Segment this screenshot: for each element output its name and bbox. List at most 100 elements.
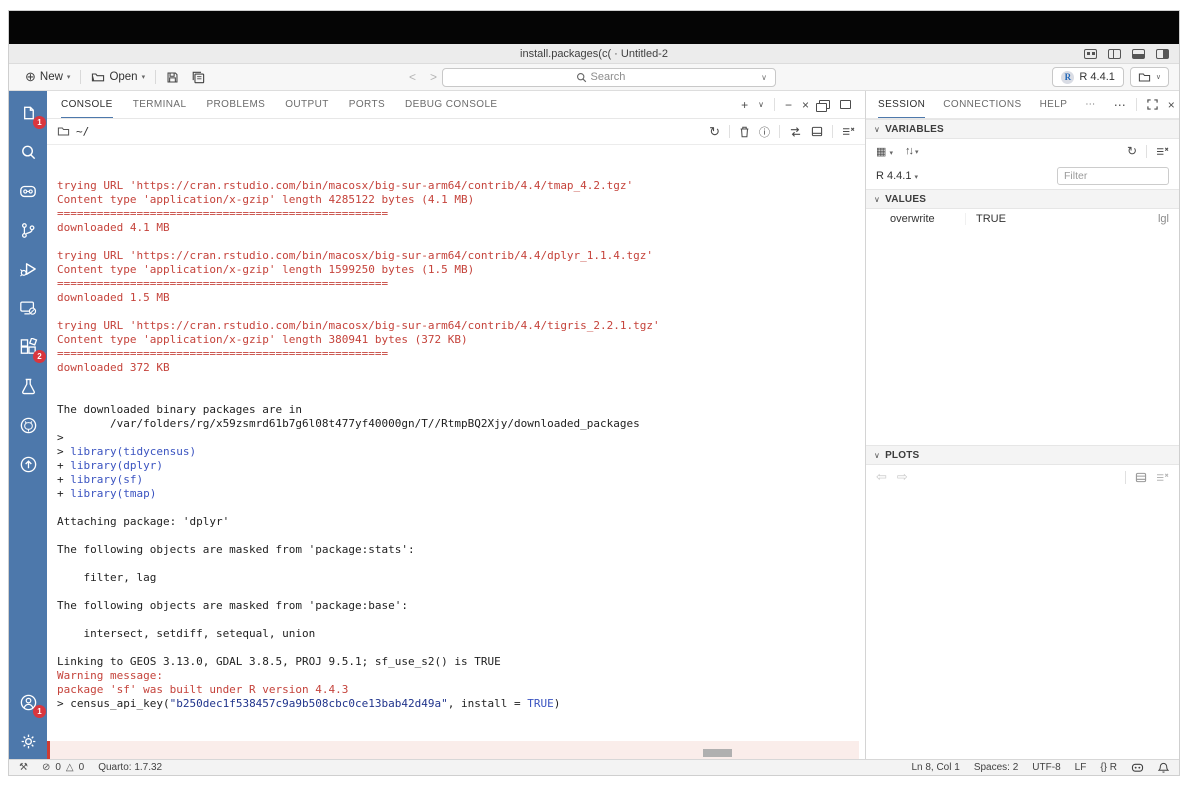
- sidebar-item-assistant[interactable]: [16, 179, 40, 203]
- extensions-badge: 2: [33, 350, 46, 363]
- refresh-button[interactable]: ↻: [1127, 144, 1137, 158]
- encoding-status[interactable]: UTF-8: [1032, 762, 1060, 773]
- trash-icon[interactable]: [739, 126, 750, 138]
- sort-button[interactable]: ↑↓ ▾: [905, 145, 919, 157]
- variables-section-label: VARIABLES: [885, 123, 944, 135]
- close-pane-button[interactable]: ×: [1168, 98, 1175, 112]
- tab-terminal[interactable]: TERMINAL: [133, 91, 187, 118]
- save-icon: [167, 72, 178, 82]
- new-button[interactable]: ⊕ New ▾: [19, 66, 76, 88]
- console-output[interactable]: trying URL 'https://cran.rstudio.com/bin…: [47, 145, 865, 759]
- sidebar-item-explorer[interactable]: 1: [16, 101, 46, 129]
- interpreter-button[interactable]: R R 4.4.1: [1052, 67, 1124, 87]
- notifications-bell-icon[interactable]: [1158, 762, 1169, 774]
- console-line: /var/folders/rg/x59zsmrd61b7g6l08t477yf4…: [57, 417, 640, 430]
- language-mode-status[interactable]: {} R: [1100, 762, 1117, 773]
- toggle-secondary-sidebar-icon[interactable]: [1156, 48, 1169, 59]
- restore-panel-icon[interactable]: [816, 100, 830, 112]
- runtime-row: R 4.4.1 ▾: [866, 163, 1179, 189]
- filter-input[interactable]: [1057, 167, 1169, 185]
- toggle-sidebar-icon[interactable]: [1108, 48, 1121, 59]
- move-console-icon[interactable]: [789, 126, 802, 138]
- close-panel-button[interactable]: ×: [802, 98, 809, 112]
- chevron-down-icon: ▾: [889, 149, 893, 157]
- sidebar-item-remote-explorer[interactable]: [16, 296, 40, 320]
- variable-row[interactable]: overwrite TRUE lgl: [866, 209, 1179, 229]
- sidebar-item-publish[interactable]: [16, 452, 40, 476]
- tab-problems[interactable]: PROBLEMS: [206, 91, 265, 118]
- sidebar-item-github[interactable]: [16, 413, 40, 437]
- tab-console[interactable]: CONSOLE: [61, 91, 113, 118]
- previous-plot-button[interactable]: ⇦: [876, 469, 887, 485]
- folder-icon: [57, 127, 70, 136]
- problems-status[interactable]: ⊘ 0 △ 0: [42, 762, 84, 773]
- divider: [729, 125, 730, 138]
- tab-output[interactable]: OUTPUT: [285, 91, 329, 118]
- divider: [80, 70, 82, 84]
- r-logo-icon: R: [1061, 70, 1075, 84]
- workspace-button[interactable]: ∨: [1129, 67, 1169, 87]
- console-line: package 'sf' was built under R version 4…: [57, 683, 349, 696]
- save-button[interactable]: [160, 66, 185, 88]
- interrupt-button[interactable]: ⓘ: [759, 124, 770, 140]
- accounts-button[interactable]: 1: [16, 690, 46, 718]
- runtime-select[interactable]: R 4.4.1 ▾: [876, 170, 918, 182]
- more-tabs-button[interactable]: ⋯: [1085, 91, 1095, 118]
- pane-more-actions-button[interactable]: ⋯: [1114, 98, 1126, 112]
- tools-icon[interactable]: ⚒: [19, 762, 28, 773]
- sidebar-item-search[interactable]: [16, 140, 40, 164]
- session-path[interactable]: ~/: [76, 125, 89, 138]
- eol-status[interactable]: LF: [1075, 762, 1087, 773]
- minimize-panel-button[interactable]: −: [785, 98, 792, 112]
- quarto-status[interactable]: Quarto: 1.7.32: [98, 762, 162, 773]
- nav-forward-button[interactable]: >: [430, 70, 437, 84]
- cursor-position-status[interactable]: Ln 8, Col 1: [911, 762, 959, 773]
- hscrollbar-thumb[interactable]: [703, 749, 732, 757]
- tab-connections[interactable]: CONNECTIONS: [943, 91, 1021, 118]
- sidebar-item-run-and-debug[interactable]: [16, 257, 40, 281]
- git-branch-icon: [21, 222, 35, 238]
- tab-ports[interactable]: PORTS: [349, 91, 385, 118]
- nav-back-button[interactable]: <: [409, 70, 416, 84]
- group-by-button[interactable]: ▦ ▾: [876, 145, 893, 158]
- new-console-button[interactable]: +: [741, 98, 748, 112]
- plot-panel-icon[interactable]: [1135, 472, 1147, 483]
- chevron-down-icon: ▾: [141, 74, 146, 81]
- clear-list-icon[interactable]: [1156, 472, 1169, 483]
- clear-list-icon[interactable]: [842, 126, 855, 137]
- variable-type: lgl: [1157, 213, 1169, 225]
- chevron-down-icon[interactable]: ∨: [758, 100, 764, 109]
- search-input[interactable]: [590, 71, 643, 83]
- chevron-down-icon: ▾: [66, 74, 71, 81]
- expand-pane-icon[interactable]: [1147, 99, 1158, 110]
- sidebar-item-extensions[interactable]: 2: [16, 335, 46, 363]
- new-button-label: New: [39, 71, 63, 83]
- tab-debug-console[interactable]: DEBUG CONSOLE: [405, 91, 497, 118]
- variables-section-header[interactable]: ∨ VARIABLES: [866, 119, 1179, 139]
- sidebar-item-testing[interactable]: [16, 374, 40, 398]
- open-in-editor-icon[interactable]: [811, 126, 823, 137]
- open-button[interactable]: Open ▾: [85, 66, 151, 88]
- save-all-button[interactable]: [185, 66, 211, 88]
- interpreter-label: R 4.4.1: [1079, 71, 1115, 83]
- folder-open-icon: [92, 73, 105, 82]
- next-plot-button[interactable]: ⇨: [897, 469, 908, 485]
- settings-button[interactable]: [16, 729, 40, 753]
- tab-help[interactable]: HELP: [1040, 91, 1068, 118]
- console-line: ========================================…: [57, 347, 389, 360]
- console-line: > library(tidycensus): [57, 445, 197, 458]
- toggle-panel-icon[interactable]: [1132, 48, 1145, 59]
- page: install.packages(c( · Untitled-2 ⊕ New ▾…: [0, 0, 1200, 790]
- values-section-header[interactable]: ∨ VALUES: [866, 189, 1179, 209]
- customize-layout-icon[interactable]: [1084, 48, 1097, 59]
- maximize-panel-icon[interactable]: [840, 100, 851, 109]
- plots-section-header[interactable]: ∨ PLOTS: [866, 445, 1179, 465]
- search-box[interactable]: ∨: [442, 67, 776, 87]
- restart-console-button[interactable]: ↻: [709, 124, 720, 140]
- copilot-icon[interactable]: [1131, 762, 1144, 773]
- clear-list-icon[interactable]: [1156, 146, 1169, 157]
- sidebar-item-source-control[interactable]: [16, 218, 40, 242]
- tab-session[interactable]: SESSION: [878, 91, 926, 118]
- indentation-status[interactable]: Spaces: 2: [974, 762, 1018, 773]
